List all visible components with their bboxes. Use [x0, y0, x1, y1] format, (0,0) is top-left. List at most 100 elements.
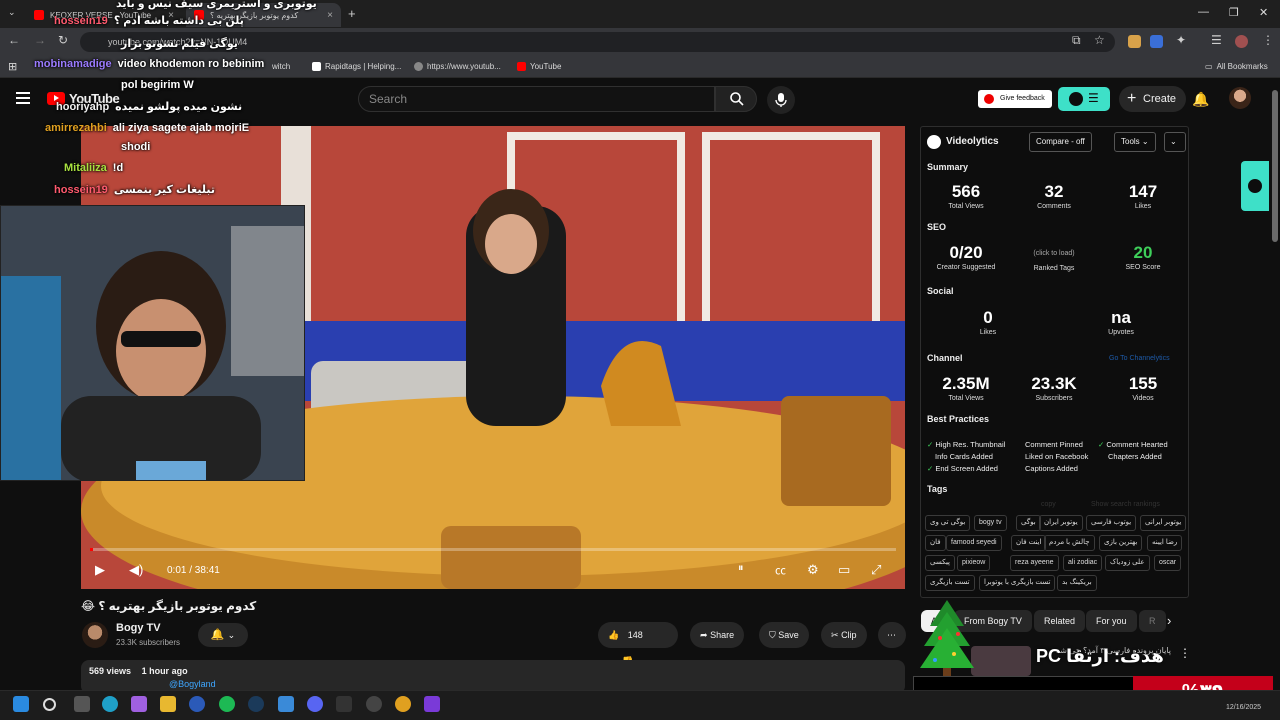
bookmark-star-icon[interactable]: ☆ [1094, 33, 1105, 47]
captions-icon[interactable]: ㏄ [775, 562, 786, 578]
chevron-right-icon[interactable]: › [1167, 613, 1171, 628]
bookmark-youtube-url[interactable]: https://www.youtub... [414, 62, 501, 71]
reading-list-icon[interactable]: ☰ [1211, 33, 1222, 47]
videolytics-toggle-button[interactable]: ☰ [1058, 87, 1110, 111]
compare-toggle-button[interactable]: Compare - off [1029, 132, 1092, 152]
like-button[interactable]: 👍 148 👎 [598, 622, 678, 666]
tag-chip[interactable]: bogy tv [974, 515, 1007, 531]
bookmark-twitch[interactable]: witch [272, 62, 290, 71]
notifications-bell-icon[interactable]: 🔔 [1192, 91, 1209, 108]
stat-ranked-tags[interactable]: (click to load) Ranked Tags [1014, 249, 1094, 272]
tag-chip[interactable]: رضا ایینه [1147, 535, 1183, 551]
subscribed-bell-button[interactable]: 🔔 ⌄ [198, 623, 248, 647]
give-feedback-button[interactable]: Give feedback [978, 90, 1052, 108]
tag-chip[interactable]: بوگی [1016, 515, 1041, 531]
spotify-icon[interactable] [219, 696, 235, 712]
show-rankings-link[interactable]: Show search rankings [1091, 501, 1160, 508]
file-explorer-icon[interactable] [160, 696, 176, 712]
word-icon[interactable] [189, 696, 205, 712]
close-window-icon[interactable]: ✕ [1259, 6, 1268, 19]
tag-chip[interactable]: یوتوبر ایران [1039, 515, 1083, 531]
tab-search-icon[interactable]: ⌄ [8, 7, 16, 18]
page-scrollbar[interactable] [1272, 90, 1278, 242]
extension-icon[interactable] [1128, 35, 1141, 48]
cast-icon[interactable]: ⧉ [1072, 33, 1081, 48]
tag-chip[interactable]: oscar [1154, 555, 1182, 571]
autoplay-toggle-icon[interactable]: ⏸ [738, 562, 744, 575]
channel-name[interactable]: Bogy TV [116, 622, 161, 634]
tag-chip[interactable]: ali zodiac [1063, 555, 1103, 571]
go-to-channelytics-link[interactable]: Go To Channelytics [1109, 355, 1170, 362]
tag-chip[interactable]: تست بازیگری [925, 575, 975, 591]
tag-chip[interactable]: یوتوب فارسی [1086, 515, 1137, 531]
account-avatar[interactable] [1229, 87, 1251, 109]
tag-chip[interactable]: بهترین بازی [1099, 535, 1143, 551]
extensions-puzzle-icon[interactable]: ✦ [1176, 33, 1186, 47]
profile-avatar-icon[interactable] [1235, 35, 1248, 48]
videolytics-side-button[interactable] [1241, 161, 1269, 211]
progress-bar[interactable] [90, 548, 896, 551]
chrome-icon[interactable] [395, 696, 411, 712]
tag-chip[interactable]: pixieow [957, 555, 991, 571]
menu-kebab-icon[interactable]: ⋮ [1262, 33, 1274, 47]
clip-button[interactable]: ✂ Clip [821, 622, 867, 648]
channel-avatar[interactable] [82, 622, 108, 648]
search-button[interactable] [715, 86, 757, 112]
chip-for-you[interactable]: For you [1086, 610, 1137, 632]
create-button[interactable]: Create [1119, 86, 1187, 112]
bookmark-youtube[interactable]: YouTube [517, 62, 561, 71]
fullscreen-icon[interactable]: ⤢ [871, 562, 881, 578]
extension-icon[interactable] [1150, 35, 1163, 48]
tag-chip[interactable]: اینت فان [1011, 535, 1047, 551]
copy-tags-link[interactable]: copy [1041, 501, 1056, 508]
play-icon[interactable]: ▶ [95, 562, 105, 578]
description-box[interactable]: 569 views 1 hour ago @Bogyland [81, 660, 905, 694]
all-bookmarks[interactable]: ▭ All Bookmarks [1205, 62, 1268, 71]
panel-collapse-button[interactable]: ⌄ [1164, 132, 1186, 152]
recommended-menu-icon[interactable]: ⋮ [1179, 646, 1191, 660]
taskbar-search-icon[interactable] [43, 698, 56, 711]
tag-chip[interactable]: reza ayeene [1010, 555, 1059, 571]
edge-icon[interactable] [102, 696, 118, 712]
chip-related[interactable]: Related [1034, 610, 1086, 632]
more-actions-button[interactable]: ⋯ [878, 622, 906, 648]
tag-chip[interactable]: فان [925, 535, 946, 551]
discord-icon[interactable] [307, 696, 323, 712]
back-icon[interactable]: ← [8, 33, 20, 47]
volume-icon[interactable]: ◀) [129, 562, 143, 578]
chip-recent[interactable]: R [1139, 610, 1166, 632]
save-button[interactable]: ⛉ Save [759, 622, 809, 648]
obs-icon[interactable] [366, 696, 382, 712]
theater-mode-icon[interactable]: ▭ [838, 562, 850, 578]
tag-chip[interactable]: چالش با مردم [1044, 535, 1095, 551]
tag-chip[interactable]: پیکسی [925, 555, 956, 571]
steam-icon[interactable] [248, 696, 264, 712]
menu-hamburger-icon[interactable] [16, 92, 30, 104]
tag-chip[interactable]: تست بازیگری با یوتوبرا [979, 575, 1056, 591]
bookmark-rapidtags[interactable]: Rapidtags | Helping... [312, 62, 401, 71]
new-tab-button[interactable]: + [348, 6, 356, 21]
app-r-icon[interactable] [424, 696, 440, 712]
reload-icon[interactable]: ↻ [58, 33, 68, 47]
recommended-thumbnail[interactable] [971, 646, 1031, 676]
minimize-icon[interactable]: — [1198, 6, 1209, 18]
app-g-icon[interactable] [336, 696, 352, 712]
tag-chip[interactable]: علی زودیاک [1105, 555, 1150, 571]
description-link[interactable]: @Bogyland [169, 679, 897, 689]
forward-icon[interactable]: → [34, 33, 46, 47]
settings-gear-icon[interactable]: ⚙ [807, 562, 819, 578]
voice-search-button[interactable] [767, 86, 795, 114]
app-check-icon[interactable] [278, 696, 294, 712]
search-input[interactable]: Search [358, 86, 715, 112]
tools-dropdown[interactable]: Tools ⌄ [1114, 132, 1156, 152]
apps-grid-icon[interactable]: ⊞ [8, 60, 17, 73]
copilot-icon[interactable] [131, 696, 147, 712]
share-button[interactable]: ➦ Share [690, 622, 745, 648]
tag-chip[interactable]: بوگی تی وی [925, 515, 971, 531]
tag-chip[interactable]: یوتوبر ایرانی [1140, 515, 1187, 531]
tag-chip[interactable]: famood seyedi [946, 535, 1002, 551]
close-tab-icon[interactable]: × [327, 10, 333, 21]
task-view-icon[interactable] [74, 696, 90, 712]
restore-icon[interactable]: ❐ [1229, 6, 1239, 19]
tag-chip[interactable]: بریکینگ بد [1057, 575, 1097, 591]
